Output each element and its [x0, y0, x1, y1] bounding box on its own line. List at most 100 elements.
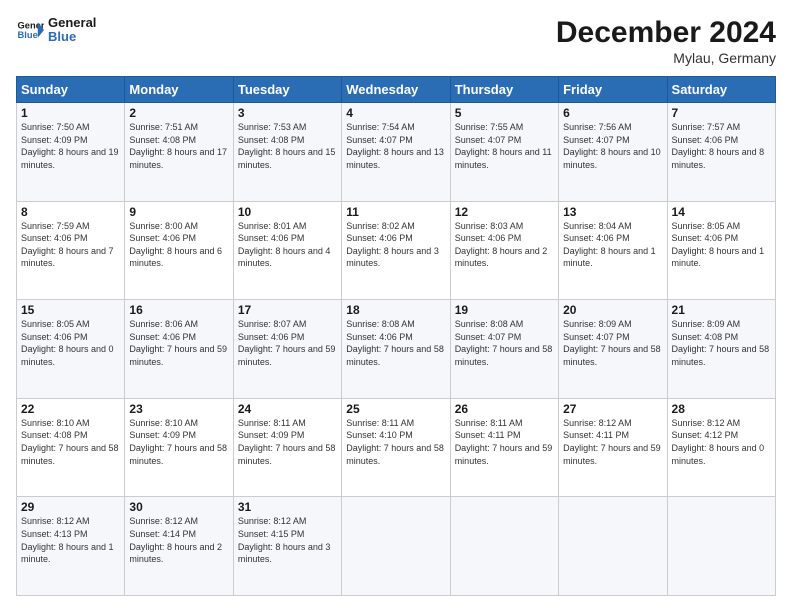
cell-info: Sunrise: 8:08 AMSunset: 4:07 PMDaylight:…	[455, 318, 554, 368]
svg-text:Blue: Blue	[18, 30, 38, 40]
cell-info: Sunrise: 8:07 AMSunset: 4:06 PMDaylight:…	[238, 318, 337, 368]
day-number: 15	[21, 303, 120, 317]
day-header-saturday: Saturday	[667, 77, 775, 103]
cell-info: Sunrise: 8:12 AMSunset: 4:11 PMDaylight:…	[563, 417, 662, 467]
header-row: SundayMondayTuesdayWednesdayThursdayFrid…	[17, 77, 776, 103]
calendar-cell: 24Sunrise: 8:11 AMSunset: 4:09 PMDayligh…	[233, 398, 341, 497]
month-title: December 2024	[556, 16, 776, 50]
calendar-cell: 31Sunrise: 8:12 AMSunset: 4:15 PMDayligh…	[233, 497, 341, 596]
logo-text-line1: General	[48, 16, 96, 30]
week-row-3: 22Sunrise: 8:10 AMSunset: 4:08 PMDayligh…	[17, 398, 776, 497]
calendar-cell: 15Sunrise: 8:05 AMSunset: 4:06 PMDayligh…	[17, 300, 125, 399]
cell-info: Sunrise: 8:11 AMSunset: 4:09 PMDaylight:…	[238, 417, 337, 467]
day-header-friday: Friday	[559, 77, 667, 103]
calendar-cell: 30Sunrise: 8:12 AMSunset: 4:14 PMDayligh…	[125, 497, 233, 596]
cell-info: Sunrise: 8:12 AMSunset: 4:15 PMDaylight:…	[238, 515, 337, 565]
calendar-cell	[559, 497, 667, 596]
logo-text-line2: Blue	[48, 30, 96, 44]
day-number: 13	[563, 205, 662, 219]
calendar-cell: 23Sunrise: 8:10 AMSunset: 4:09 PMDayligh…	[125, 398, 233, 497]
cell-info: Sunrise: 8:11 AMSunset: 4:11 PMDaylight:…	[455, 417, 554, 467]
calendar-cell: 6Sunrise: 7:56 AMSunset: 4:07 PMDaylight…	[559, 103, 667, 202]
day-number: 20	[563, 303, 662, 317]
calendar-cell: 8Sunrise: 7:59 AMSunset: 4:06 PMDaylight…	[17, 201, 125, 300]
location: Mylau, Germany	[556, 50, 776, 66]
calendar-cell: 3Sunrise: 7:53 AMSunset: 4:08 PMDaylight…	[233, 103, 341, 202]
calendar-cell: 18Sunrise: 8:08 AMSunset: 4:06 PMDayligh…	[342, 300, 450, 399]
day-number: 21	[672, 303, 771, 317]
cell-info: Sunrise: 8:04 AMSunset: 4:06 PMDaylight:…	[563, 220, 662, 270]
day-number: 8	[21, 205, 120, 219]
cell-info: Sunrise: 8:09 AMSunset: 4:08 PMDaylight:…	[672, 318, 771, 368]
day-header-thursday: Thursday	[450, 77, 558, 103]
day-number: 26	[455, 402, 554, 416]
calendar-cell: 16Sunrise: 8:06 AMSunset: 4:06 PMDayligh…	[125, 300, 233, 399]
day-number: 31	[238, 500, 337, 514]
day-number: 16	[129, 303, 228, 317]
week-row-1: 8Sunrise: 7:59 AMSunset: 4:06 PMDaylight…	[17, 201, 776, 300]
calendar-table: SundayMondayTuesdayWednesdayThursdayFrid…	[16, 76, 776, 596]
logo-icon: General Blue	[16, 16, 44, 44]
calendar-cell	[342, 497, 450, 596]
day-number: 1	[21, 106, 120, 120]
cell-info: Sunrise: 8:10 AMSunset: 4:08 PMDaylight:…	[21, 417, 120, 467]
cell-info: Sunrise: 7:53 AMSunset: 4:08 PMDaylight:…	[238, 121, 337, 171]
day-number: 12	[455, 205, 554, 219]
week-row-4: 29Sunrise: 8:12 AMSunset: 4:13 PMDayligh…	[17, 497, 776, 596]
day-number: 18	[346, 303, 445, 317]
calendar-cell: 13Sunrise: 8:04 AMSunset: 4:06 PMDayligh…	[559, 201, 667, 300]
cell-info: Sunrise: 7:50 AMSunset: 4:09 PMDaylight:…	[21, 121, 120, 171]
day-number: 14	[672, 205, 771, 219]
day-number: 2	[129, 106, 228, 120]
calendar-cell: 22Sunrise: 8:10 AMSunset: 4:08 PMDayligh…	[17, 398, 125, 497]
cell-info: Sunrise: 8:05 AMSunset: 4:06 PMDaylight:…	[672, 220, 771, 270]
day-header-monday: Monday	[125, 77, 233, 103]
calendar-cell	[450, 497, 558, 596]
cell-info: Sunrise: 7:55 AMSunset: 4:07 PMDaylight:…	[455, 121, 554, 171]
day-header-tuesday: Tuesday	[233, 77, 341, 103]
calendar-cell: 21Sunrise: 8:09 AMSunset: 4:08 PMDayligh…	[667, 300, 775, 399]
day-number: 5	[455, 106, 554, 120]
cell-info: Sunrise: 8:01 AMSunset: 4:06 PMDaylight:…	[238, 220, 337, 270]
calendar-cell: 14Sunrise: 8:05 AMSunset: 4:06 PMDayligh…	[667, 201, 775, 300]
day-number: 23	[129, 402, 228, 416]
day-number: 27	[563, 402, 662, 416]
page: General Blue General Blue December 2024 …	[0, 0, 792, 612]
calendar-cell: 26Sunrise: 8:11 AMSunset: 4:11 PMDayligh…	[450, 398, 558, 497]
calendar-cell: 27Sunrise: 8:12 AMSunset: 4:11 PMDayligh…	[559, 398, 667, 497]
calendar-cell: 2Sunrise: 7:51 AMSunset: 4:08 PMDaylight…	[125, 103, 233, 202]
week-row-0: 1Sunrise: 7:50 AMSunset: 4:09 PMDaylight…	[17, 103, 776, 202]
day-number: 10	[238, 205, 337, 219]
day-number: 30	[129, 500, 228, 514]
cell-info: Sunrise: 8:03 AMSunset: 4:06 PMDaylight:…	[455, 220, 554, 270]
day-number: 4	[346, 106, 445, 120]
cell-info: Sunrise: 8:06 AMSunset: 4:06 PMDaylight:…	[129, 318, 228, 368]
calendar-cell: 7Sunrise: 7:57 AMSunset: 4:06 PMDaylight…	[667, 103, 775, 202]
day-number: 24	[238, 402, 337, 416]
cell-info: Sunrise: 7:57 AMSunset: 4:06 PMDaylight:…	[672, 121, 771, 171]
cell-info: Sunrise: 8:11 AMSunset: 4:10 PMDaylight:…	[346, 417, 445, 467]
calendar-cell: 12Sunrise: 8:03 AMSunset: 4:06 PMDayligh…	[450, 201, 558, 300]
cell-info: Sunrise: 7:56 AMSunset: 4:07 PMDaylight:…	[563, 121, 662, 171]
header: General Blue General Blue December 2024 …	[16, 16, 776, 66]
calendar-cell: 29Sunrise: 8:12 AMSunset: 4:13 PMDayligh…	[17, 497, 125, 596]
cell-info: Sunrise: 8:05 AMSunset: 4:06 PMDaylight:…	[21, 318, 120, 368]
calendar-cell: 19Sunrise: 8:08 AMSunset: 4:07 PMDayligh…	[450, 300, 558, 399]
title-block: December 2024 Mylau, Germany	[556, 16, 776, 66]
calendar-cell: 17Sunrise: 8:07 AMSunset: 4:06 PMDayligh…	[233, 300, 341, 399]
cell-info: Sunrise: 8:10 AMSunset: 4:09 PMDaylight:…	[129, 417, 228, 467]
day-number: 7	[672, 106, 771, 120]
cell-info: Sunrise: 8:12 AMSunset: 4:13 PMDaylight:…	[21, 515, 120, 565]
cell-info: Sunrise: 8:02 AMSunset: 4:06 PMDaylight:…	[346, 220, 445, 270]
day-number: 28	[672, 402, 771, 416]
day-number: 9	[129, 205, 228, 219]
cell-info: Sunrise: 7:54 AMSunset: 4:07 PMDaylight:…	[346, 121, 445, 171]
day-number: 22	[21, 402, 120, 416]
day-header-sunday: Sunday	[17, 77, 125, 103]
calendar-cell: 20Sunrise: 8:09 AMSunset: 4:07 PMDayligh…	[559, 300, 667, 399]
cell-info: Sunrise: 7:59 AMSunset: 4:06 PMDaylight:…	[21, 220, 120, 270]
day-number: 17	[238, 303, 337, 317]
cell-info: Sunrise: 7:51 AMSunset: 4:08 PMDaylight:…	[129, 121, 228, 171]
day-number: 29	[21, 500, 120, 514]
day-number: 11	[346, 205, 445, 219]
